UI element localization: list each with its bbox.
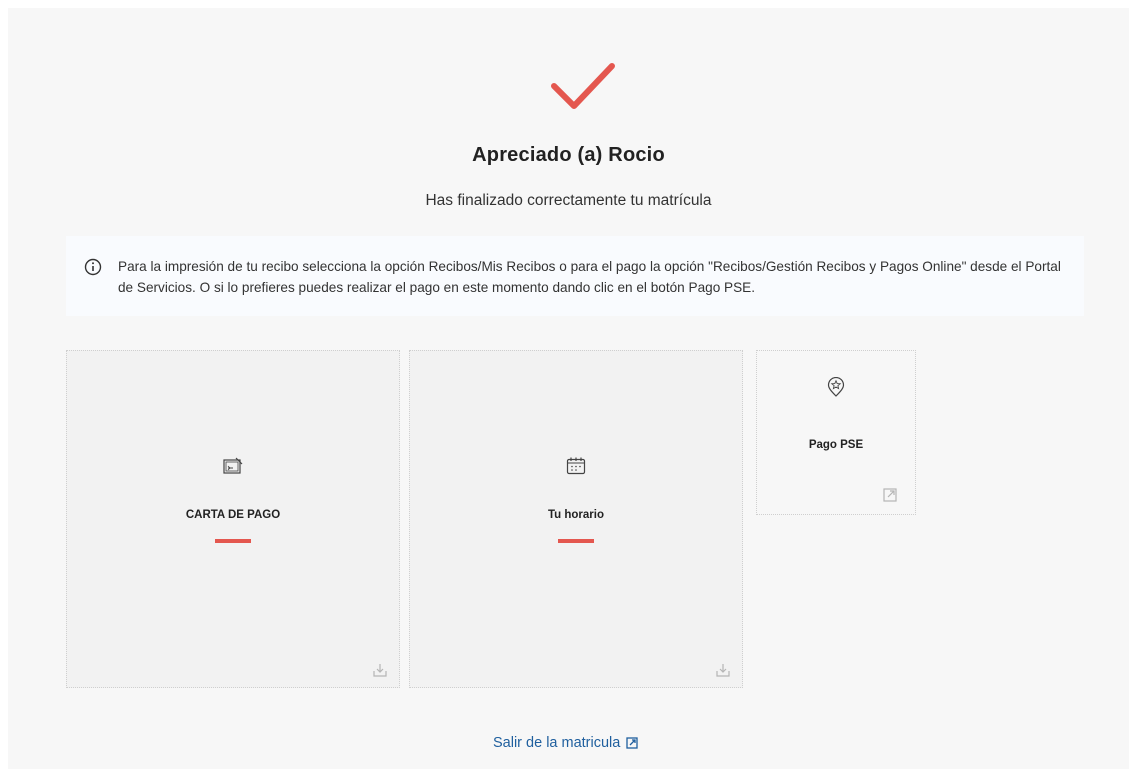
success-message: Has finalizado correctamente tu matrícul… <box>425 192 712 209</box>
accent-bar <box>558 539 594 543</box>
download-icon[interactable] <box>373 663 387 677</box>
external-link-icon <box>626 737 638 749</box>
calendar-icon <box>566 457 586 475</box>
info-notice: Para la impresión de tu recibo seleccion… <box>66 236 1084 316</box>
exit-enrollment-link[interactable]: Salir de la matricula <box>493 735 638 751</box>
greeting-title: Apreciado (a) Rocio <box>472 144 665 166</box>
accent-bar <box>215 539 251 543</box>
info-icon <box>84 258 102 276</box>
card-label: Pago PSE <box>808 439 864 451</box>
payment-letter-card[interactable]: CARTA DE PAGO <box>66 350 400 688</box>
card-label: Tu horario <box>547 509 604 521</box>
download-icon[interactable] <box>716 663 730 677</box>
enrollment-complete-page: Apreciado (a) Rocio Has finalizado corre… <box>8 8 1129 769</box>
star-badge-icon <box>827 377 845 397</box>
external-link-icon[interactable] <box>883 488 897 502</box>
pse-payment-card[interactable]: Pago PSE <box>756 350 916 515</box>
checkmark-icon <box>551 63 615 109</box>
payment-letter-icon <box>223 457 243 474</box>
schedule-card[interactable]: Tu horario <box>409 350 743 688</box>
card-label: CARTA DE PAGO <box>185 509 281 521</box>
notice-text: Para la impresión de tu recibo seleccion… <box>118 259 1061 295</box>
exit-link-label: Salir de la matricula <box>493 735 621 751</box>
